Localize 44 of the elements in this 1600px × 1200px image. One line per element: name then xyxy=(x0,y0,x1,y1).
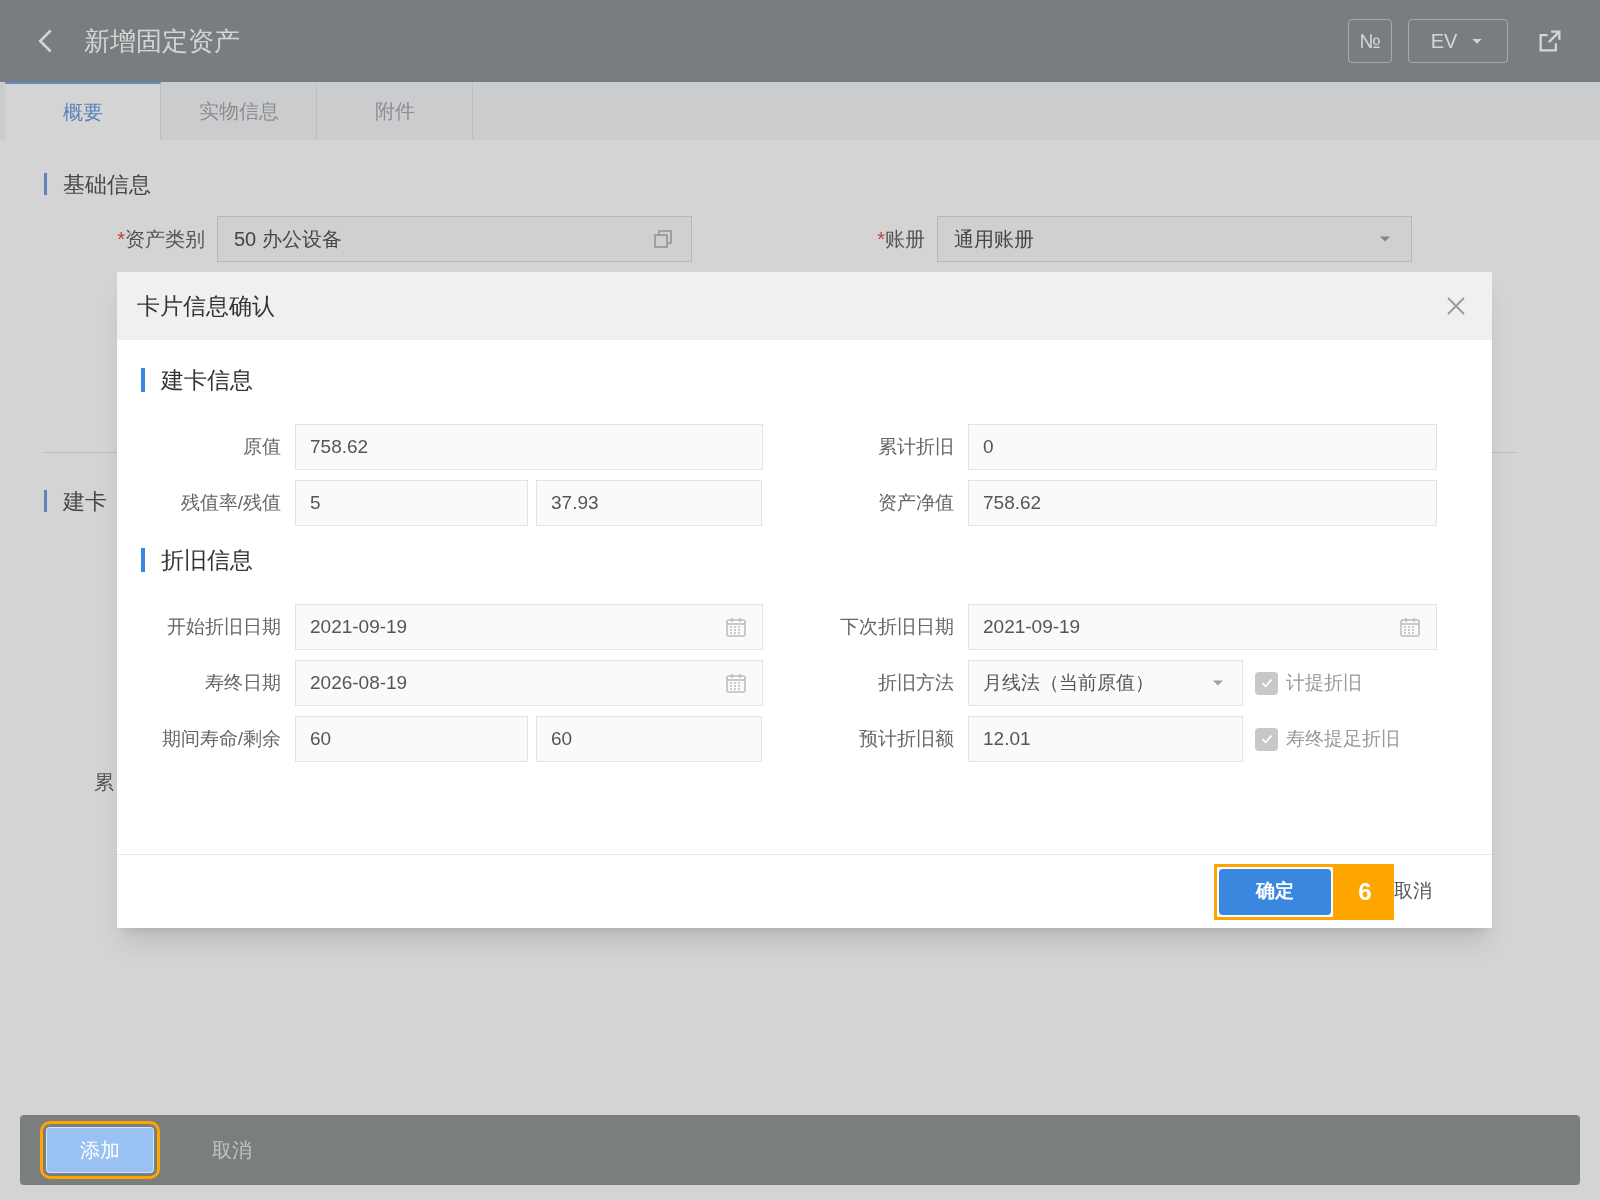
dialog-title: 卡片信息确认 xyxy=(137,291,276,321)
field-label: 预计折旧额 xyxy=(858,726,954,751)
field-label: 折旧方法 xyxy=(877,670,954,695)
field-label: 下次折旧日期 xyxy=(839,614,954,639)
lookup-field[interactable]: 50 办公设备 xyxy=(217,216,692,262)
field-label: 累计折旧 xyxy=(877,434,954,459)
input-field[interactable]: 5 xyxy=(295,480,528,526)
field-label: 开始折旧日期 xyxy=(166,614,281,639)
section-marker xyxy=(141,548,145,572)
input-field[interactable]: 0 xyxy=(968,424,1437,470)
copy-icon xyxy=(651,227,675,251)
section-marker xyxy=(141,368,145,392)
field-label: 资产净值 xyxy=(877,490,954,515)
input-field[interactable]: 60 xyxy=(536,716,762,762)
calendar-icon xyxy=(724,615,748,639)
section-marker xyxy=(44,173,47,195)
confirm-button[interactable]: 确定 xyxy=(1219,868,1331,915)
step-badge: 6 xyxy=(1336,863,1394,920)
field-label: 原值 xyxy=(242,434,281,459)
field-label: *账册 xyxy=(876,227,926,252)
field-label: *资产类别 xyxy=(116,227,206,252)
date-field[interactable]: 2021-09-19 xyxy=(295,604,763,650)
field-label: 期间寿命/剩余 xyxy=(160,726,281,751)
cancel-button[interactable]: 取消 xyxy=(1394,877,1432,906)
date-field[interactable]: 2026-08-19 xyxy=(295,660,763,706)
input-field[interactable]: 60 xyxy=(295,716,528,762)
section-title: 折旧信息 xyxy=(161,545,253,575)
section-title: 建卡 xyxy=(63,487,107,516)
input-field[interactable]: 758.62 xyxy=(295,424,763,470)
section-title: 建卡信息 xyxy=(161,365,253,395)
calendar-icon xyxy=(1398,615,1422,639)
section-title: 基础信息 xyxy=(63,170,151,199)
field-label: 残值率/残值 xyxy=(179,490,281,515)
field-label: 累 xyxy=(94,770,114,795)
page-title: 新增固定资产 xyxy=(84,24,240,58)
date-field[interactable]: 2021-09-19 xyxy=(968,604,1437,650)
field-label: 寿终日期 xyxy=(204,670,281,695)
input-field[interactable]: 12.01 xyxy=(968,716,1243,762)
section-marker xyxy=(44,490,47,512)
input-field[interactable]: 37.93 xyxy=(536,480,762,526)
select-field[interactable]: 月线法（当前原值） xyxy=(968,660,1243,706)
input-field[interactable]: 758.62 xyxy=(968,480,1437,526)
select-field[interactable]: 通用账册 xyxy=(937,216,1412,262)
calendar-icon xyxy=(724,671,748,695)
